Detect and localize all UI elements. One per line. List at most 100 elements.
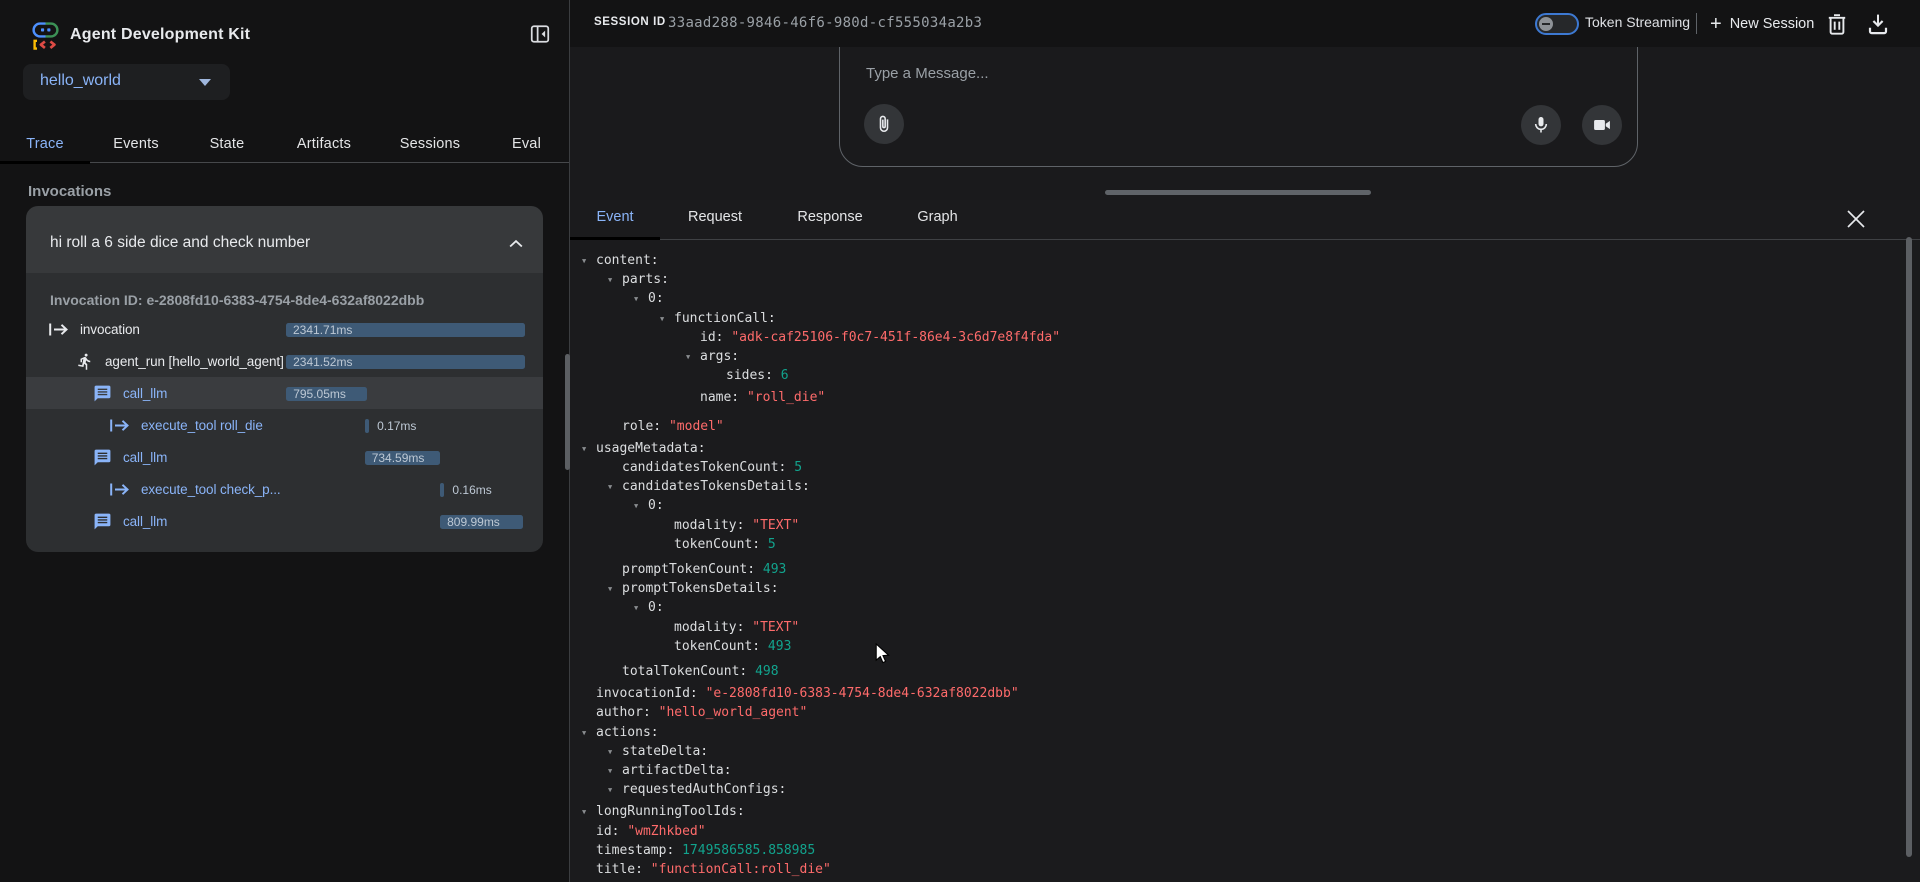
main-panel: SESSION ID 33aad288-9846-46f6-980d-cf555…: [570, 0, 1920, 882]
span-duration-label: 2341.71ms: [293, 323, 352, 337]
new-session-button[interactable]: + New Session: [1710, 12, 1814, 36]
json-key: args:: [700, 349, 739, 364]
span-name: call_llm: [123, 514, 167, 529]
videocam-icon: [1592, 115, 1612, 135]
detail-tab-request[interactable]: Request: [660, 200, 770, 240]
json-number-value: 493: [763, 562, 786, 577]
collapse-toggle-icon[interactable]: ▼: [608, 478, 612, 497]
collapse-toggle-icon[interactable]: ▼: [608, 271, 612, 290]
collapse-toggle-icon[interactable]: ▼: [660, 310, 664, 329]
json-key: title:: [596, 862, 643, 877]
detail-tabs: EventRequestResponseGraph: [570, 200, 1920, 240]
collapse-toggle-icon[interactable]: ▼: [582, 803, 586, 822]
token-streaming-label: Token Streaming: [1585, 14, 1690, 30]
span-duration-label: 0.17ms: [377, 419, 416, 433]
attach-file-button[interactable]: [864, 104, 904, 144]
collapse-toggle-icon[interactable]: ▼: [608, 781, 612, 800]
agent-select-value: hello_world: [40, 72, 121, 90]
detail-tab-response[interactable]: Response: [770, 200, 890, 240]
session-id-value: 33aad288-9846-46f6-980d-cf555034a2b3: [668, 15, 982, 31]
chat-horizontal-scrollbar-thumb[interactable]: [1105, 190, 1371, 195]
trace-span-row[interactable]: execute_tool check_p... 0.16ms: [26, 473, 543, 505]
span-name: execute_tool check_p...: [141, 482, 281, 497]
json-key: sides:: [726, 368, 773, 383]
adk-logo-icon: [31, 21, 60, 50]
json-key: artifactDelta:: [622, 763, 732, 778]
trace-tree: invocation 2341.71ms agent_run [hello_worl…: [26, 313, 543, 537]
trace-span-row[interactable]: call_llm809.99ms: [26, 505, 543, 537]
camera-button[interactable]: [1582, 105, 1622, 145]
session-topbar: SESSION ID 33aad288-9846-46f6-980d-cf555…: [570, 0, 1920, 47]
span-name: agent_run [hello_world_agent]: [105, 354, 284, 369]
collapse-toggle-icon[interactable]: ▼: [634, 599, 638, 618]
json-key: tokenCount:: [674, 639, 760, 654]
json-key: functionCall:: [674, 311, 776, 326]
detail-tab-event[interactable]: Event: [570, 200, 660, 240]
collapse-toggle-icon[interactable]: ▼: [608, 580, 612, 599]
collapse-toggle-icon[interactable]: ▼: [686, 348, 690, 367]
collapse-toggle-icon[interactable]: ▼: [582, 252, 586, 271]
collapse-toggle-icon[interactable]: ▼: [582, 724, 586, 743]
json-key: promptTokenCount:: [622, 562, 755, 577]
json-string-value: "model": [669, 419, 724, 434]
collapse-toggle-icon[interactable]: ▼: [608, 743, 612, 762]
collapse-panel-icon[interactable]: [529, 23, 555, 49]
new-session-label: New Session: [1730, 16, 1815, 32]
invocation-title: hi roll a 6 side dice and check number: [50, 234, 310, 252]
span-duration-label: 734.59ms: [372, 451, 425, 465]
collapse-toggle-icon[interactable]: ▼: [634, 290, 638, 309]
json-key: promptTokensDetails:: [622, 581, 779, 596]
message-input-placeholder: Type a Message...: [866, 65, 989, 82]
trace-span-row[interactable]: execute_tool roll_die0.17ms: [26, 409, 543, 441]
json-node: ▼0:modality: "TEXT"tokenCount: 5: [648, 496, 1920, 557]
detail-tab-graph[interactable]: Graph: [890, 200, 985, 240]
span-duration-label: 0.16ms: [452, 483, 491, 497]
sidebar-tab-events[interactable]: Events: [90, 119, 182, 163]
invocation-card-header[interactable]: hi roll a 6 side dice and check number: [26, 206, 543, 273]
collapse-toggle-icon[interactable]: ▼: [634, 497, 638, 516]
json-key: 0:: [648, 498, 664, 513]
json-key: name:: [700, 390, 739, 405]
dropdown-caret-icon: [199, 79, 211, 86]
collapse-toggle-icon[interactable]: ▼: [582, 440, 586, 459]
trace-span-row[interactable]: invocation 2341.71ms: [26, 313, 543, 345]
sidebar-tab-trace[interactable]: Trace: [0, 119, 90, 163]
json-key: longRunningToolIds:: [596, 804, 745, 819]
sidebar-tab-eval[interactable]: Eval: [484, 119, 569, 163]
json-node: ▼actions:▼stateDelta:▼artifactDelta:▼req…: [596, 723, 1920, 803]
json-key: role:: [622, 419, 661, 434]
token-streaming-toggle[interactable]: [1535, 13, 1579, 35]
trace-span-row[interactable]: call_llm795.05ms: [26, 377, 543, 409]
chat-icon: [93, 448, 112, 467]
plus-icon: +: [1710, 14, 1722, 34]
json-node: candidatesTokenCount: 5: [622, 458, 1920, 477]
json-node: tokenCount: 493: [674, 637, 1920, 656]
json-node: ▼0:▼functionCall:id: "adk-caf25106-f0c7-…: [648, 289, 1920, 413]
paperclip-icon: [874, 114, 894, 134]
trace-span-row[interactable]: call_llm734.59ms: [26, 441, 543, 473]
sidebar-active-tab-ink: [0, 161, 90, 164]
agent-select[interactable]: hello_world: [23, 64, 230, 100]
json-node: title: "functionCall:roll_die": [596, 860, 1920, 879]
json-number-value: 6: [781, 368, 789, 383]
json-node: modality: "TEXT": [674, 618, 1920, 637]
json-key: content:: [596, 253, 659, 268]
sidebar-tab-state[interactable]: State: [182, 119, 272, 163]
collapse-toggle-icon[interactable]: ▼: [608, 762, 612, 781]
json-key: modality:: [674, 518, 744, 533]
json-string-value: "adk-caf25106-f0c7-451f-86e4-3c6d7e8f4fd…: [731, 330, 1060, 345]
chat-icon: [93, 384, 112, 403]
invocations-heading: Invocations: [28, 183, 111, 200]
detail-scrollbar-thumb[interactable]: [1906, 237, 1912, 857]
trace-span-row[interactable]: agent_run [hello_world_agent]2341.52ms: [26, 345, 543, 377]
span-name: invocation: [80, 322, 140, 337]
delete-session-icon[interactable]: [1825, 12, 1849, 36]
json-node: modality: "TEXT": [674, 516, 1920, 535]
sidebar-tab-artifacts[interactable]: Artifacts: [272, 119, 376, 163]
mic-button[interactable]: [1521, 105, 1561, 145]
chevron-up-icon[interactable]: [506, 234, 526, 254]
download-session-icon[interactable]: [1866, 12, 1890, 36]
sidebar-tab-sessions[interactable]: Sessions: [376, 119, 484, 163]
close-icon[interactable]: [1843, 206, 1869, 232]
event-json-viewer: ▼content:▼parts:▼0:▼functionCall:id: "ad…: [570, 240, 1920, 882]
